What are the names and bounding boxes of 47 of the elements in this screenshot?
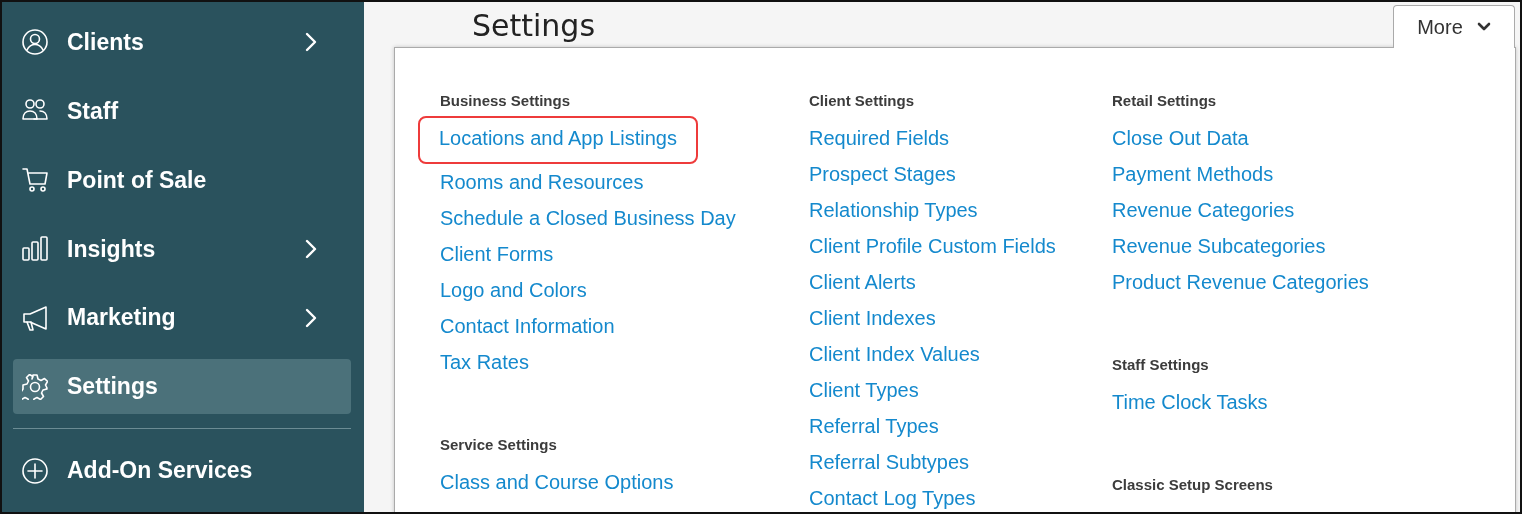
section-heading: Staff Settings bbox=[1112, 356, 1209, 375]
sidebar-item[interactable]: Add-On Services bbox=[13, 443, 351, 498]
section-heading: Client Settings bbox=[809, 92, 914, 111]
settings-link[interactable]: Tax Rates bbox=[440, 350, 529, 386]
settings-link[interactable]: Product Revenue Categories bbox=[1112, 270, 1369, 306]
settings-link[interactable]: Class and Course Options bbox=[440, 470, 674, 506]
sidebar-item[interactable]: Point of Sale bbox=[13, 152, 351, 208]
more-tab[interactable]: More bbox=[1393, 5, 1515, 48]
sidebar-item[interactable]: Insights bbox=[13, 221, 351, 277]
add-icon bbox=[22, 457, 48, 484]
sidebar-item[interactable]: Clients bbox=[13, 15, 351, 70]
settings-link[interactable]: Logo and Colors bbox=[440, 278, 587, 314]
sidebar-item[interactable]: Settings bbox=[13, 359, 351, 415]
settings-link[interactable]: Client Profile Custom Fields bbox=[809, 234, 1056, 270]
cart-icon bbox=[22, 167, 48, 194]
person-icon bbox=[22, 29, 48, 56]
settings-link[interactable]: Close Out Data bbox=[1112, 126, 1249, 162]
settings-link[interactable]: Required Fields bbox=[809, 126, 950, 162]
settings-link[interactable]: Client Indexes bbox=[809, 306, 936, 342]
bar-chart-icon bbox=[22, 236, 48, 262]
section-heading: Business Settings bbox=[440, 92, 571, 111]
page-title: Settings bbox=[472, 8, 596, 44]
settings-link[interactable]: Revenue Categories bbox=[1112, 198, 1295, 234]
settings-link[interactable]: Payment Methods bbox=[1112, 162, 1274, 198]
settings-link[interactable]: Rooms and Resources bbox=[440, 170, 644, 206]
section-heading: Retail Settings bbox=[1112, 92, 1217, 111]
settings-link[interactable]: Relationship Types bbox=[809, 198, 978, 234]
settings-link[interactable]: Referral Types bbox=[809, 414, 939, 450]
settings-link[interactable]: Contact Log Types bbox=[809, 486, 976, 512]
settings-link[interactable]: Time Clock Tasks bbox=[1112, 390, 1268, 426]
sidebar-item[interactable]: Marketing bbox=[13, 290, 351, 346]
settings-link[interactable]: Client Forms bbox=[440, 242, 554, 278]
settings-link[interactable]: Revenue Subcategories bbox=[1112, 234, 1326, 270]
settings-link[interactable]: Contact Information bbox=[440, 314, 615, 350]
settings-link[interactable]: Client Alerts bbox=[809, 270, 916, 306]
settings-link[interactable]: Client Index Values bbox=[809, 342, 980, 378]
sidebar-item[interactable]: Staff bbox=[13, 83, 351, 139]
chevron-down-icon bbox=[1476, 22, 1491, 32]
settings-link[interactable]: Locations and App Listings bbox=[420, 118, 696, 162]
settings-link[interactable]: Prospect Stages bbox=[809, 162, 956, 198]
settings-link[interactable]: Client Types bbox=[809, 378, 919, 414]
section-heading: Classic Setup Screens bbox=[1112, 476, 1273, 495]
section-heading: Service Settings bbox=[440, 436, 557, 455]
settings-icon bbox=[22, 373, 48, 400]
settings-link[interactable]: Schedule a Closed Business Day bbox=[440, 206, 736, 242]
settings-link[interactable]: Referral Subtypes bbox=[809, 450, 970, 486]
megaphone-icon bbox=[22, 304, 48, 331]
